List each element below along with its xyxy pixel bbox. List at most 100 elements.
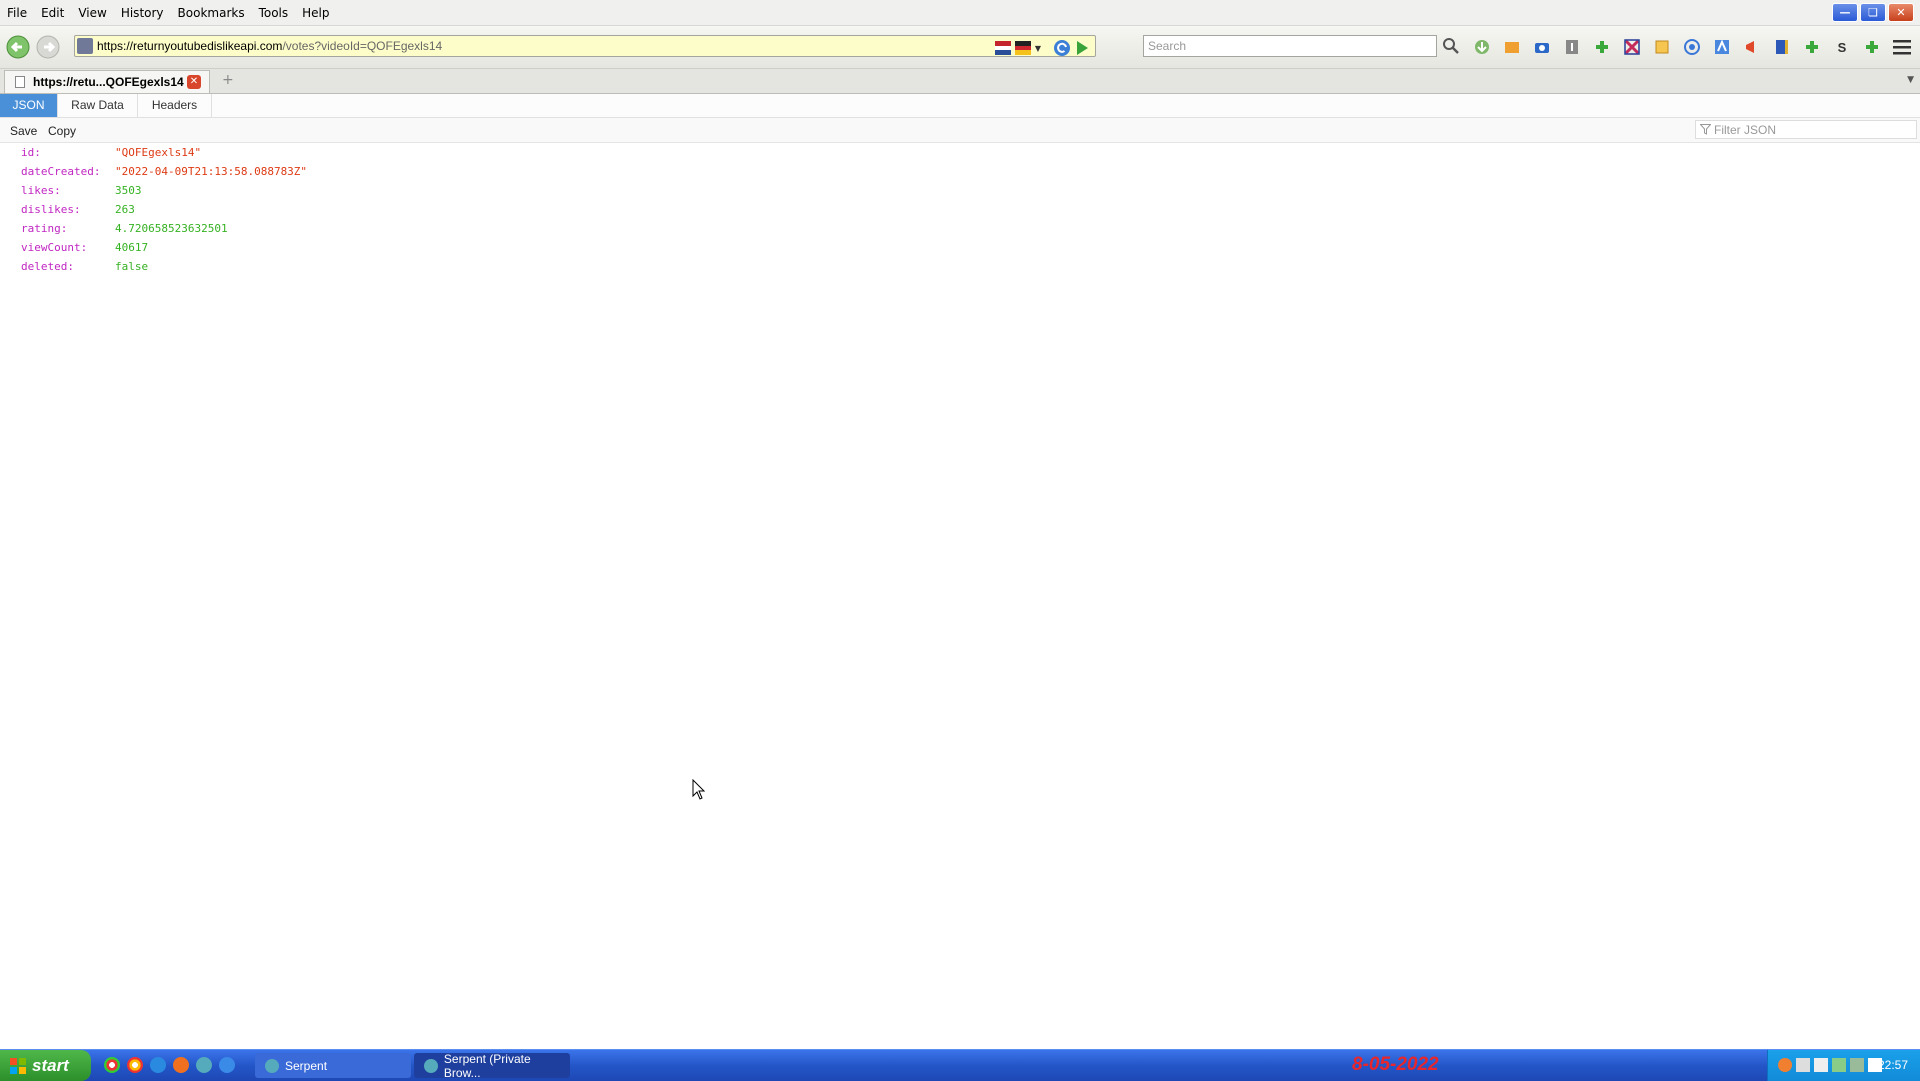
folder-icon[interactable] <box>1500 35 1524 59</box>
new-tab-icon[interactable]: + <box>222 72 234 88</box>
url-text[interactable]: https://returnyoutubedislikeapi.com/vote… <box>97 39 442 53</box>
tab-headers[interactable]: Headers <box>138 94 212 117</box>
copy-button[interactable]: Copy <box>44 121 80 141</box>
circle-tool-icon[interactable] <box>1680 35 1704 59</box>
chrome-icon[interactable] <box>104 1057 120 1073</box>
json-row-id: id: "QOFEgexls14" <box>0 143 1920 162</box>
netherlands-flag-icon[interactable] <box>994 41 1011 55</box>
menu-file[interactable]: File <box>0 6 34 20</box>
filter-placeholder: Filter JSON <box>1714 123 1777 137</box>
info-panel-icon[interactable] <box>1560 35 1584 59</box>
clock[interactable]: 22:57 <box>1878 1058 1908 1072</box>
addon-puzzle-2-icon[interactable] <box>1800 35 1824 59</box>
json-key: id: <box>21 146 41 159</box>
edit-page-icon[interactable] <box>1650 35 1674 59</box>
task-serpent[interactable]: Serpent <box>255 1053 411 1078</box>
task-serpent-private[interactable]: Serpent (Private Brow... <box>414 1051 570 1080</box>
start-label: start <box>32 1055 69 1075</box>
menu-hamburger-icon[interactable] <box>1890 35 1914 59</box>
navigation-toolbar: https://returnyoutubedislikeapi.com/vote… <box>0 26 1920 69</box>
filter-json-input[interactable]: Filter JSON <box>1695 120 1917 139</box>
mouse-cursor-icon <box>692 779 706 800</box>
addon-puzzle-icon[interactable] <box>1590 35 1614 59</box>
serpent-icon <box>424 1058 438 1073</box>
menu-history[interactable]: History <box>114 6 171 20</box>
addon-puzzle-3-icon[interactable] <box>1860 35 1884 59</box>
search-tray-icon[interactable] <box>1778 1058 1792 1072</box>
start-button[interactable]: start <box>0 1050 91 1081</box>
filter-icon <box>1700 124 1711 135</box>
ie-icon[interactable] <box>219 1057 235 1073</box>
serpent-icon <box>265 1058 279 1073</box>
forward-arrow-icon <box>36 35 60 59</box>
json-key: viewCount: <box>21 241 88 254</box>
tab-title: https://retu...QOFEgexls14 <box>33 75 184 89</box>
firefox-icon[interactable] <box>173 1057 189 1073</box>
tab-json[interactable]: JSON <box>0 94 58 117</box>
block-icon[interactable] <box>1620 35 1644 59</box>
menu-help[interactable]: Help <box>295 6 336 20</box>
back-arrow-icon <box>6 35 30 59</box>
json-value: false <box>115 260 149 273</box>
json-key: rating: <box>21 222 68 235</box>
minimize-button[interactable]: — <box>1832 3 1858 22</box>
json-value: 40617 <box>115 241 149 254</box>
dropdown-arrow-icon[interactable]: ▼ <box>1035 44 1041 53</box>
url-path: /votes?videoId=QOFEgexls14 <box>282 39 443 53</box>
json-value: 4.720658523632501 <box>115 222 228 235</box>
serpent-icon[interactable] <box>196 1057 212 1073</box>
close-window-button[interactable]: ✕ <box>1888 3 1914 22</box>
menu-view[interactable]: View <box>71 6 113 20</box>
volume-icon[interactable] <box>1832 1058 1846 1072</box>
menu-bar: File Edit View History Bookmarks Tools H… <box>0 0 1920 26</box>
browser-icon[interactable] <box>150 1057 166 1073</box>
search-icon[interactable] <box>1440 35 1462 57</box>
task-label: Serpent <box>285 1058 328 1073</box>
json-row-datecreated: dateCreated: "2022-04-09T21:13:58.088783… <box>0 162 1920 181</box>
flag-icon[interactable] <box>1014 41 1031 55</box>
go-arrow-icon[interactable] <box>1075 40 1089 56</box>
tab-close-icon[interactable]: ✕ <box>187 75 201 89</box>
search-input[interactable]: Search <box>1143 35 1437 57</box>
bookmark-book-icon[interactable] <box>1770 35 1794 59</box>
address-bar[interactable]: https://returnyoutubedislikeapi.com/vote… <box>74 35 1096 57</box>
windows-logo-icon <box>10 1057 26 1074</box>
taskbar: start Serpent Serpent (Private Brow... 8… <box>0 1049 1920 1081</box>
quick-launch <box>104 1057 235 1073</box>
json-value: "QOFEgexls14" <box>115 146 202 159</box>
menu-bookmarks[interactable]: Bookmarks <box>171 6 252 20</box>
json-value: "2022-04-09T21:13:58.088783Z" <box>115 165 308 178</box>
download-icon[interactable] <box>1470 35 1494 59</box>
menu-edit[interactable]: Edit <box>34 6 71 20</box>
tray-icons <box>1778 1058 1882 1072</box>
restore-button[interactable]: ❏ <box>1860 3 1886 22</box>
site-identity-icon[interactable] <box>77 38 93 54</box>
system-tray: 22:57 <box>1767 1050 1920 1081</box>
save-button[interactable]: Save <box>6 121 41 141</box>
json-row-dislikes: dislikes: 263 <box>0 200 1920 219</box>
json-viewer-tabs: JSON Raw Data Headers <box>0 94 1920 118</box>
network-icon[interactable] <box>1796 1058 1810 1072</box>
megaphone-icon[interactable] <box>1740 35 1764 59</box>
json-value: 3503 <box>115 184 142 197</box>
reload-icon[interactable] <box>1053 39 1071 57</box>
chrome-alt-icon[interactable] <box>127 1057 143 1073</box>
back-button[interactable] <box>5 34 31 60</box>
s-extension-icon[interactable]: S <box>1830 35 1854 59</box>
json-key: likes: <box>21 184 61 197</box>
tab-active[interactable]: https://retu...QOFEgexls14 ✕ <box>4 70 210 93</box>
forward-button[interactable] <box>35 34 61 60</box>
translate-icon[interactable] <box>1710 35 1734 59</box>
tab-raw-data[interactable]: Raw Data <box>58 94 138 117</box>
url-host: https://returnyoutubedislikeapi.com <box>97 39 283 53</box>
camera-icon[interactable] <box>1530 35 1554 59</box>
security-icon[interactable] <box>1850 1058 1864 1072</box>
json-row-viewcount: viewCount: 40617 <box>0 238 1920 257</box>
url-bar-icons: ▼ <box>994 39 1089 57</box>
device-icon[interactable] <box>1814 1058 1828 1072</box>
json-key: dateCreated: <box>21 165 101 178</box>
menu-tools[interactable]: Tools <box>252 6 296 20</box>
tab-list-icon[interactable]: ▼ <box>1907 75 1914 85</box>
json-key: dislikes: <box>21 203 81 216</box>
task-label: Serpent (Private Brow... <box>443 1051 531 1080</box>
